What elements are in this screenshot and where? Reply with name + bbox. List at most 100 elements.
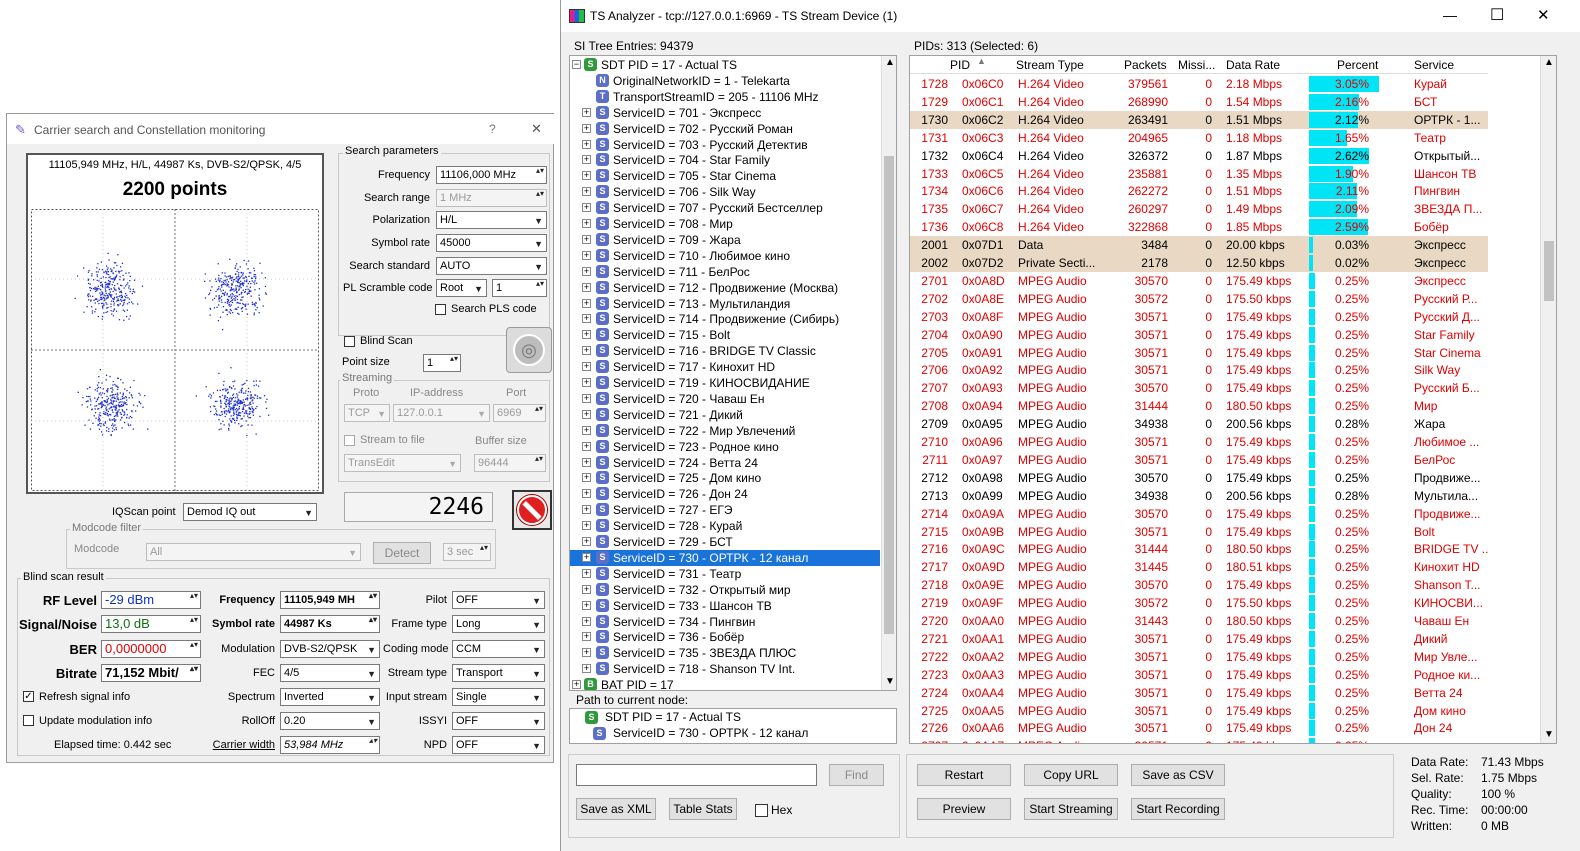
tree-item[interactable]: + S ServiceID = 728 - Курай — [570, 518, 880, 534]
close-button[interactable]: ✕ — [531, 121, 542, 137]
find-input[interactable] — [576, 764, 817, 786]
table-row[interactable]: 1736 0x06C8 H.264 Video 322868 0 1.85 Mbps 2.5… — [910, 218, 1488, 236]
table-row[interactable]: 2710 0x0A96 MPEG Audio 30571 0 175.49 kbps 0.2… — [910, 433, 1488, 451]
scroll-down-icon[interactable]: ▼ — [885, 676, 895, 687]
tree-item[interactable]: + S ServiceID = 720 - Чаваш Ен — [570, 391, 880, 407]
expand-icon[interactable]: + — [582, 187, 591, 197]
si-tree[interactable]: − S SDT PID = 17 - Actual TS N OriginalNetwo… — [569, 55, 897, 691]
table-row[interactable]: 2703 0x0A8F MPEG Audio 30571 0 175.49 kbps 0.2… — [910, 308, 1488, 326]
expand-icon[interactable]: + — [582, 139, 591, 149]
expand-icon[interactable]: + — [582, 409, 591, 419]
expand-icon[interactable]: + — [582, 425, 591, 435]
col-stream-type[interactable]: Stream Type — [1016, 58, 1084, 72]
tree-item[interactable]: + S ServiceID = 727 - ЕГЭ — [570, 502, 880, 518]
grid-scroll-down-icon[interactable]: ▼ — [1544, 729, 1554, 740]
tree-item[interactable]: + S ServiceID = 735 - ЗВЕЗДА ПЛЮС — [570, 645, 880, 661]
tree-item[interactable]: + S ServiceID = 709 - Жара — [570, 232, 880, 248]
table-row[interactable]: 2725 0x0AA5 MPEG Audio 30571 0 175.49 kbps 0.2… — [910, 702, 1488, 720]
tree-item[interactable]: + S ServiceID = 711 - БелРос — [570, 264, 880, 280]
grid-scroll-thumb[interactable] — [1544, 241, 1554, 301]
tree-item[interactable]: + S ServiceID = 736 - Бобёр — [570, 629, 880, 645]
tree-item[interactable]: + S ServiceID = 716 - BRIDGE TV Classic — [570, 343, 880, 359]
tree-item[interactable]: + S ServiceID = 723 - Родное кино — [570, 439, 880, 455]
pid-table[interactable]: PID ▲ Stream Type Packets Missi... Data … — [909, 55, 1557, 744]
table-row[interactable]: 1729 0x06C1 H.264 Video 268990 0 1.54 Mbps 2.1… — [910, 93, 1488, 111]
table-row[interactable]: 1728 0x06C0 H.264 Video 379561 0 2.18 Mbps 3.0… — [910, 75, 1488, 93]
tree-item[interactable]: + S ServiceID = 705 - Star Cinema — [570, 168, 880, 184]
tree-item[interactable]: + S ServiceID = 706 - Silk Way — [570, 184, 880, 200]
search-range-input[interactable]: 1 MHz — [436, 189, 547, 207]
detect-time-input[interactable]: 3 sec — [443, 543, 491, 561]
rolloff-select[interactable]: 0.20 — [280, 712, 380, 730]
tree-item[interactable]: + S ServiceID = 732 - Открытый мир — [570, 582, 880, 598]
file-select[interactable]: TransEdit — [344, 454, 461, 472]
hex-checkbox[interactable] — [755, 804, 768, 817]
tree-item[interactable]: + S ServiceID = 734 - Пингвин — [570, 614, 880, 630]
npd-select[interactable]: OFF — [452, 736, 545, 754]
table-row[interactable]: 2716 0x0A9C MPEG Audio 31444 0 180.50 kbps 0.2… — [910, 540, 1488, 558]
tree-item[interactable]: + S ServiceID = 701 - Экспресс — [570, 105, 880, 121]
scroll-up-icon[interactable]: ▲ — [885, 57, 895, 68]
modcode-select[interactable]: All — [146, 543, 361, 561]
ip-select[interactable]: 127.0.0.1 — [393, 404, 490, 422]
expand-icon[interactable]: + — [582, 457, 591, 467]
scroll-thumb[interactable] — [884, 156, 894, 634]
expand-icon[interactable]: + — [582, 568, 591, 578]
grid-scrollbar[interactable]: ▲ ▼ — [1540, 56, 1556, 743]
table-row[interactable]: 2712 0x0A98 MPEG Audio 30570 0 175.49 kbps 0.2… — [910, 469, 1488, 487]
modulation-select[interactable]: DVB-S2/QPSK — [280, 640, 380, 658]
expand-icon[interactable]: + — [582, 632, 591, 642]
expand-icon[interactable]: + — [582, 473, 591, 483]
table-row[interactable]: 2723 0x0AA3 MPEG Audio 30571 0 175.49 kbps 0.2… — [910, 666, 1488, 684]
table-row[interactable]: 2702 0x0A8E MPEG Audio 30572 0 175.50 kbps 0.2… — [910, 290, 1488, 308]
search-pls-checkbox[interactable] — [435, 304, 446, 315]
frame-type-select[interactable]: Long — [452, 615, 545, 633]
expand-icon[interactable]: + — [582, 234, 591, 244]
spectrum-select[interactable]: Inverted — [280, 688, 380, 706]
buffer-size-input[interactable]: 96444 — [474, 454, 546, 472]
expand-icon[interactable]: + — [582, 203, 591, 213]
table-row[interactable]: 2727 0x0AA7 MPEG Audio30571 0 175.49 kbps 0.2… — [910, 737, 1488, 743]
search-standard-select[interactable]: AUTO — [436, 257, 547, 275]
expand-icon[interactable]: + — [582, 298, 591, 308]
tree-item[interactable]: + S ServiceID = 715 - Bolt — [570, 327, 880, 343]
start-recording-button[interactable]: Start Recording — [1131, 798, 1225, 820]
help-button[interactable]: ? — [489, 122, 496, 136]
tree-item[interactable]: + S ServiceID = 707 - Русский Бестселлер — [570, 200, 880, 216]
col-service[interactable]: Service — [1414, 58, 1454, 72]
col-missing[interactable]: Missi... — [1178, 58, 1215, 72]
col-packets[interactable]: Packets — [1124, 58, 1167, 72]
expand-icon[interactable]: + — [582, 219, 591, 228]
tree-item[interactable]: + S ServiceID = 712 - Продвижение (Москва) — [570, 280, 880, 296]
minimize-button[interactable]: — — [1443, 7, 1457, 23]
table-row[interactable]: 2724 0x0AA4 MPEG Audio 30571 0 175.49 kbps 0.2… — [910, 684, 1488, 702]
expand-icon[interactable]: + — [582, 330, 591, 340]
table-row[interactable]: 2713 0x0A99 MPEG Audio 34938 0 200.56 kbps 0.2… — [910, 487, 1488, 505]
tree-item[interactable]: + S ServiceID = 702 - Русский Роман — [570, 121, 880, 137]
carrier-width-label[interactable]: Carrier width — [197, 739, 275, 751]
table-row[interactable]: 2726 0x0AA6 MPEG Audio 30571 0 175.49 kbps 0.2… — [910, 719, 1488, 737]
stream-file-checkbox[interactable] — [344, 435, 355, 446]
restart-button[interactable]: Restart — [917, 764, 1011, 786]
tree-item[interactable]: + S ServiceID = 722 - Мир Увлечений — [570, 423, 880, 439]
table-row[interactable]: 1733 0x06C5 H.264 Video 235881 0 1.35 Mbps 1.9… — [910, 165, 1488, 183]
table-row[interactable]: 2709 0x0A95 MPEG Audio 34938 0 200.56 kbps 0.2… — [910, 415, 1488, 433]
table-row[interactable]: 2720 0x0AA0 MPEG Audio 31443 0 180.50 kbps 0.2… — [910, 612, 1488, 630]
tree-item-selected[interactable]: + S ServiceID = 730 - ОРТРК - 12 канал — [570, 549, 880, 566]
table-row[interactable]: 1731 0x06C3 H.264 Video 204965 0 1.18 Mbps 1.6… — [910, 129, 1488, 147]
expand-icon[interactable]: + — [582, 537, 591, 546]
expand-icon[interactable]: + — [582, 155, 591, 165]
table-row[interactable]: 2001 0x07D1 Data 3484 0 20.00 kbps 0.03% Экспре… — [910, 236, 1488, 254]
refresh-signal-checkbox[interactable]: ✓ — [23, 691, 34, 702]
tree-item[interactable]: + S ServiceID = 733 - Шансон ТВ — [570, 598, 880, 614]
tree-item[interactable]: + S ServiceID = 710 - Любимое кино — [570, 248, 880, 264]
maximize-button[interactable]: ☐ — [1490, 5, 1504, 25]
tree-item[interactable]: T TransportStreamID = 205 - 11106 MHz — [570, 89, 880, 105]
expand-icon[interactable]: + — [572, 680, 581, 690]
table-row[interactable]: 2719 0x0A9F MPEG Audio 30572 0 175.50 kbps 0.2… — [910, 594, 1488, 612]
table-row[interactable]: 2701 0x0A8D MPEG Audio 30570 0 175.49 kbps 0.2… — [910, 272, 1488, 290]
iqscan-select[interactable]: Demod IQ out — [183, 503, 317, 521]
table-row[interactable]: 2717 0x0A9D MPEG Audio 31445 0 180.51 kbps 0.2… — [910, 558, 1488, 576]
table-row[interactable]: 1730 0x06C2 H.264 Video 263491 0 1.51 Mbps 2.1… — [910, 110, 1488, 129]
tree-item[interactable]: N OriginalNetworkID = 1 - Telekarta — [570, 73, 880, 89]
